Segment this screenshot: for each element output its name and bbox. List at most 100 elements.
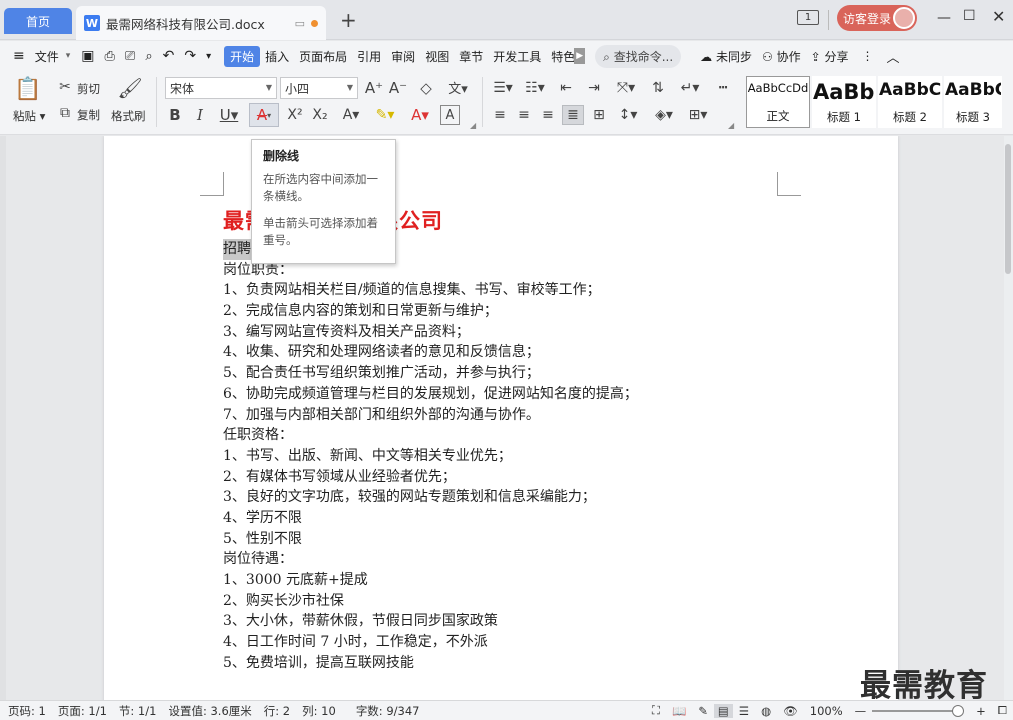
chevron-down-icon[interactable]: ▾ [64,51,73,61]
edit-mode-icon[interactable]: ✎ [692,704,714,718]
status-page-count[interactable]: 页面: 1/1 [52,703,113,719]
char-border-icon[interactable]: A [440,105,460,125]
document-tab[interactable]: W 最需网络科技有限公司.docx ▭ [76,6,326,40]
document-line[interactable]: 3、大小休，带薪休假，节假日同步国家政策 [223,611,703,632]
cut-button[interactable]: 剪切 [77,81,100,97]
increase-font-icon[interactable]: A⁺ [364,79,384,97]
style-heading-1[interactable]: AaBb 标题 1 [812,76,876,128]
borders-icon[interactable]: ⊞▾ [684,105,712,125]
document-line[interactable]: 5、免费培训，提高互联网技能 [223,653,703,674]
superscript-icon[interactable]: X² [284,105,306,125]
document-line[interactable]: 7、加强与内部相关部门和组织外部的沟通与协作。 [223,405,703,426]
document-line[interactable]: 2、购买长沙市社保 [223,591,703,612]
numbered-list-icon[interactable]: ☷▾ [522,79,548,97]
document-line[interactable]: 1、3000 元底薪+提成 [223,570,703,591]
menu-features[interactable]: 特色 [546,48,574,65]
fit-page-icon[interactable]: ⧠ [992,703,1013,718]
status-setting[interactable]: 设置值: 3.6厘米 [162,703,257,719]
highlight-icon[interactable]: ✎▾ [370,105,400,125]
zoom-slider[interactable] [872,704,965,717]
scrollbar-thumb[interactable] [1005,144,1011,274]
outline-view-icon[interactable]: ☰ [733,704,755,718]
increase-indent-icon[interactable]: ⇥ [584,79,604,97]
visitor-login-button[interactable]: 访客登录 [837,5,917,31]
new-tab-button[interactable]: + [340,10,357,30]
vertical-scrollbar[interactable] [1004,136,1013,700]
redo-icon[interactable]: ↷ [179,48,201,64]
home-tab[interactable]: 首页 [4,8,72,34]
hamburger-icon[interactable]: ≡ [8,48,30,64]
clear-format-icon[interactable]: ◇ [416,79,436,97]
close-icon[interactable]: ✕ [992,7,1005,26]
pinyin-guide-icon[interactable]: 文▾ [444,77,472,97]
window-count-badge[interactable]: 1 [797,10,819,25]
sync-button[interactable]: ☁ 未同步 [695,48,757,65]
paragraph-dialog-icon[interactable]: ◢ [728,121,734,130]
format-painter-button[interactable]: 格式刷 [111,108,146,124]
decrease-indent-icon[interactable]: ⇤ [556,79,576,97]
status-page-number[interactable]: 页码: 1 [0,703,52,719]
customize-quick-access-icon[interactable]: ▾ [201,51,216,62]
scissors-icon[interactable]: ✂ [57,79,73,95]
zoom-level[interactable]: 100% [804,704,849,718]
underline-icon[interactable]: U▾ [216,105,242,125]
status-word-count[interactable]: 字数: 9/347 [342,703,426,719]
subscript-icon[interactable]: X₂ [309,105,331,125]
menu-view[interactable]: 视图 [420,48,454,65]
document-line[interactable]: 3、良好的文字功底，较强的网站专题策划和信息采编能力； [223,487,703,508]
menu-file[interactable]: 文件 [30,48,64,65]
menu-review[interactable]: 审阅 [386,48,420,65]
sort-icon[interactable]: ⇅ [647,79,669,97]
paste-button[interactable]: 粘贴 ▾ [13,108,45,124]
ruler-icon[interactable]: ┅ [710,79,736,97]
monitor-icon[interactable]: ▭ [295,17,305,30]
copy-icon[interactable]: ⧉ [57,105,73,121]
read-mode-icon[interactable]: 📖 [666,704,692,718]
share-button[interactable]: ⇪ 分享 [806,48,854,65]
bold-icon[interactable]: B [166,105,184,125]
document-line[interactable]: 1、书写、出版、新闻、中文等相关专业优先； [223,446,703,467]
menu-page-layout[interactable]: 页面布局 [294,48,352,65]
zoom-out-icon[interactable]: — [849,704,873,718]
scroll-right-icon[interactable]: ▶ [574,48,586,64]
minimize-icon[interactable]: — [937,10,951,26]
distribute-icon[interactable]: ⊞ [589,105,609,125]
eye-care-icon[interactable]: 👁 [777,704,804,718]
page-view-icon[interactable]: ▤ [713,703,733,718]
fullscreen-icon[interactable]: ⛶ [646,703,666,718]
document-line[interactable]: 4、日工作时间 7 小时，工作稳定，不外派 [223,632,703,653]
style-normal[interactable]: AaBbCcDd 正文 [746,76,810,128]
font-color-icon[interactable]: A▾ [406,105,434,125]
document-line[interactable]: 4、学历不限 [223,508,703,529]
maximize-icon[interactable]: ☐ [963,8,976,24]
document-line[interactable]: 5、配合责任书写组织策划推广活动，并参与执行； [223,363,703,384]
document-line[interactable]: 岗位待遇： [223,549,703,570]
style-heading-3[interactable]: AaBbC 标题 3 [944,76,1002,128]
web-view-icon[interactable]: ◍ [755,704,777,718]
decrease-font-icon[interactable]: A⁻ [388,79,408,97]
status-section[interactable]: 节: 1/1 [113,703,163,719]
collapse-ribbon-icon[interactable]: ︿ [882,47,905,66]
justify-icon[interactable]: ≣ [562,105,584,125]
document-body[interactable]: 招聘岗位：网站编辑 岗位职责： 1、负责网站相关栏目/频道的信息搜集、书写、审校… [223,239,703,673]
menu-references[interactable]: 引用 [352,48,386,65]
format-painter-icon[interactable]: 🖌 [117,75,142,101]
document-line[interactable]: 3、编写网站宣传资料及相关产品资料； [223,322,703,343]
align-left-icon[interactable]: ≡ [490,105,510,125]
bullet-list-icon[interactable]: ☰▾ [490,79,516,97]
paste-icon[interactable]: 📋 [14,75,42,103]
undo-icon[interactable]: ↶ [158,48,180,64]
document-line[interactable]: 2、完成信息内容的策划和日常更新与维护； [223,301,703,322]
document-line[interactable]: 2、有媒体书写领域从业经验者优先； [223,467,703,488]
zoom-in-icon[interactable]: + [962,704,992,718]
align-right-icon[interactable]: ≡ [538,105,558,125]
save-icon[interactable]: ▣ [76,48,99,64]
style-heading-2[interactable]: AaBbC 标题 2 [878,76,942,128]
collab-button[interactable]: ⚇ 协作 [757,48,806,65]
document-line[interactable]: 1、负责网站相关栏目/频道的信息搜集、书写、审校等工作； [223,280,703,301]
menu-developer[interactable]: 开发工具 [488,48,546,65]
italic-icon[interactable]: I [191,105,209,125]
status-row[interactable]: 行: 2 [258,703,296,719]
font-size-select[interactable]: 小四 ▼ [280,77,358,99]
text-effect-icon[interactable]: A▾ [338,105,364,125]
